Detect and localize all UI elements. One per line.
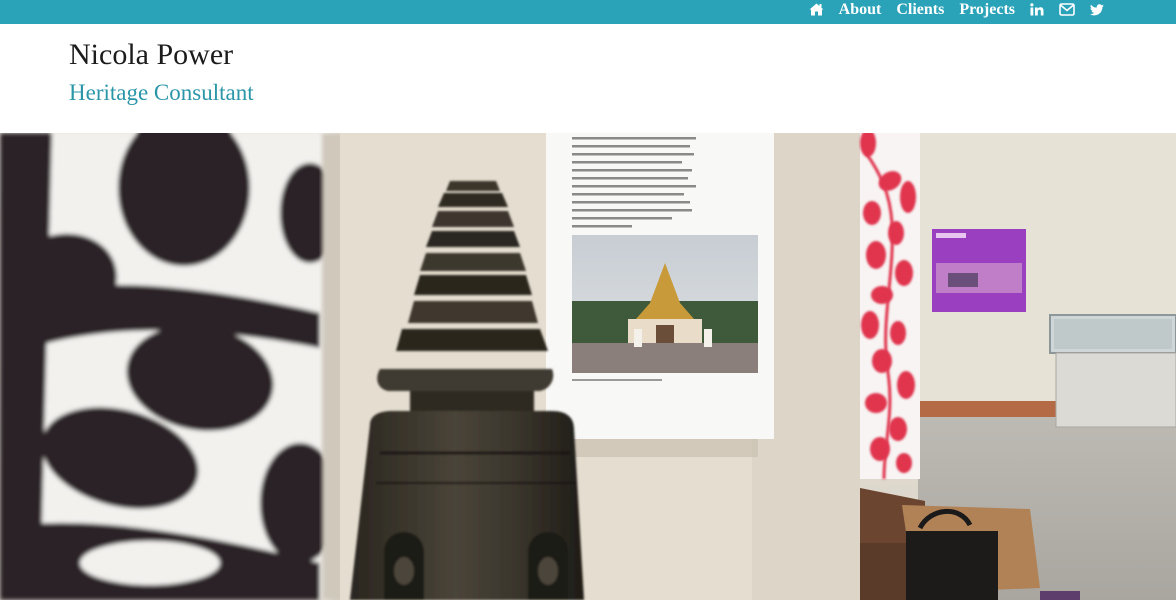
nav-link-clients[interactable]: Clients [896,0,944,19]
nav-link-about[interactable]: About [839,0,882,19]
twitter-link[interactable] [1090,0,1104,19]
top-navigation-bar: About Clients Projects [0,0,1176,24]
nav-link-projects[interactable]: Projects [959,0,1015,19]
envelope-icon [1059,0,1075,19]
site-subtitle: Heritage Consultant [69,80,254,105]
main-nav: About Clients Projects [809,0,1104,19]
site-header: Nicola Power Heritage Consultant [0,24,1176,133]
museum-exhibit-photo [0,133,1176,600]
site-title[interactable]: Nicola Power [69,38,233,72]
twitter-icon [1090,0,1104,19]
linkedin-link[interactable] [1030,0,1044,19]
hero-image [0,133,1176,600]
email-link[interactable] [1059,0,1075,19]
home-link[interactable] [809,0,824,19]
linkedin-icon [1030,0,1044,19]
home-icon [809,0,824,19]
